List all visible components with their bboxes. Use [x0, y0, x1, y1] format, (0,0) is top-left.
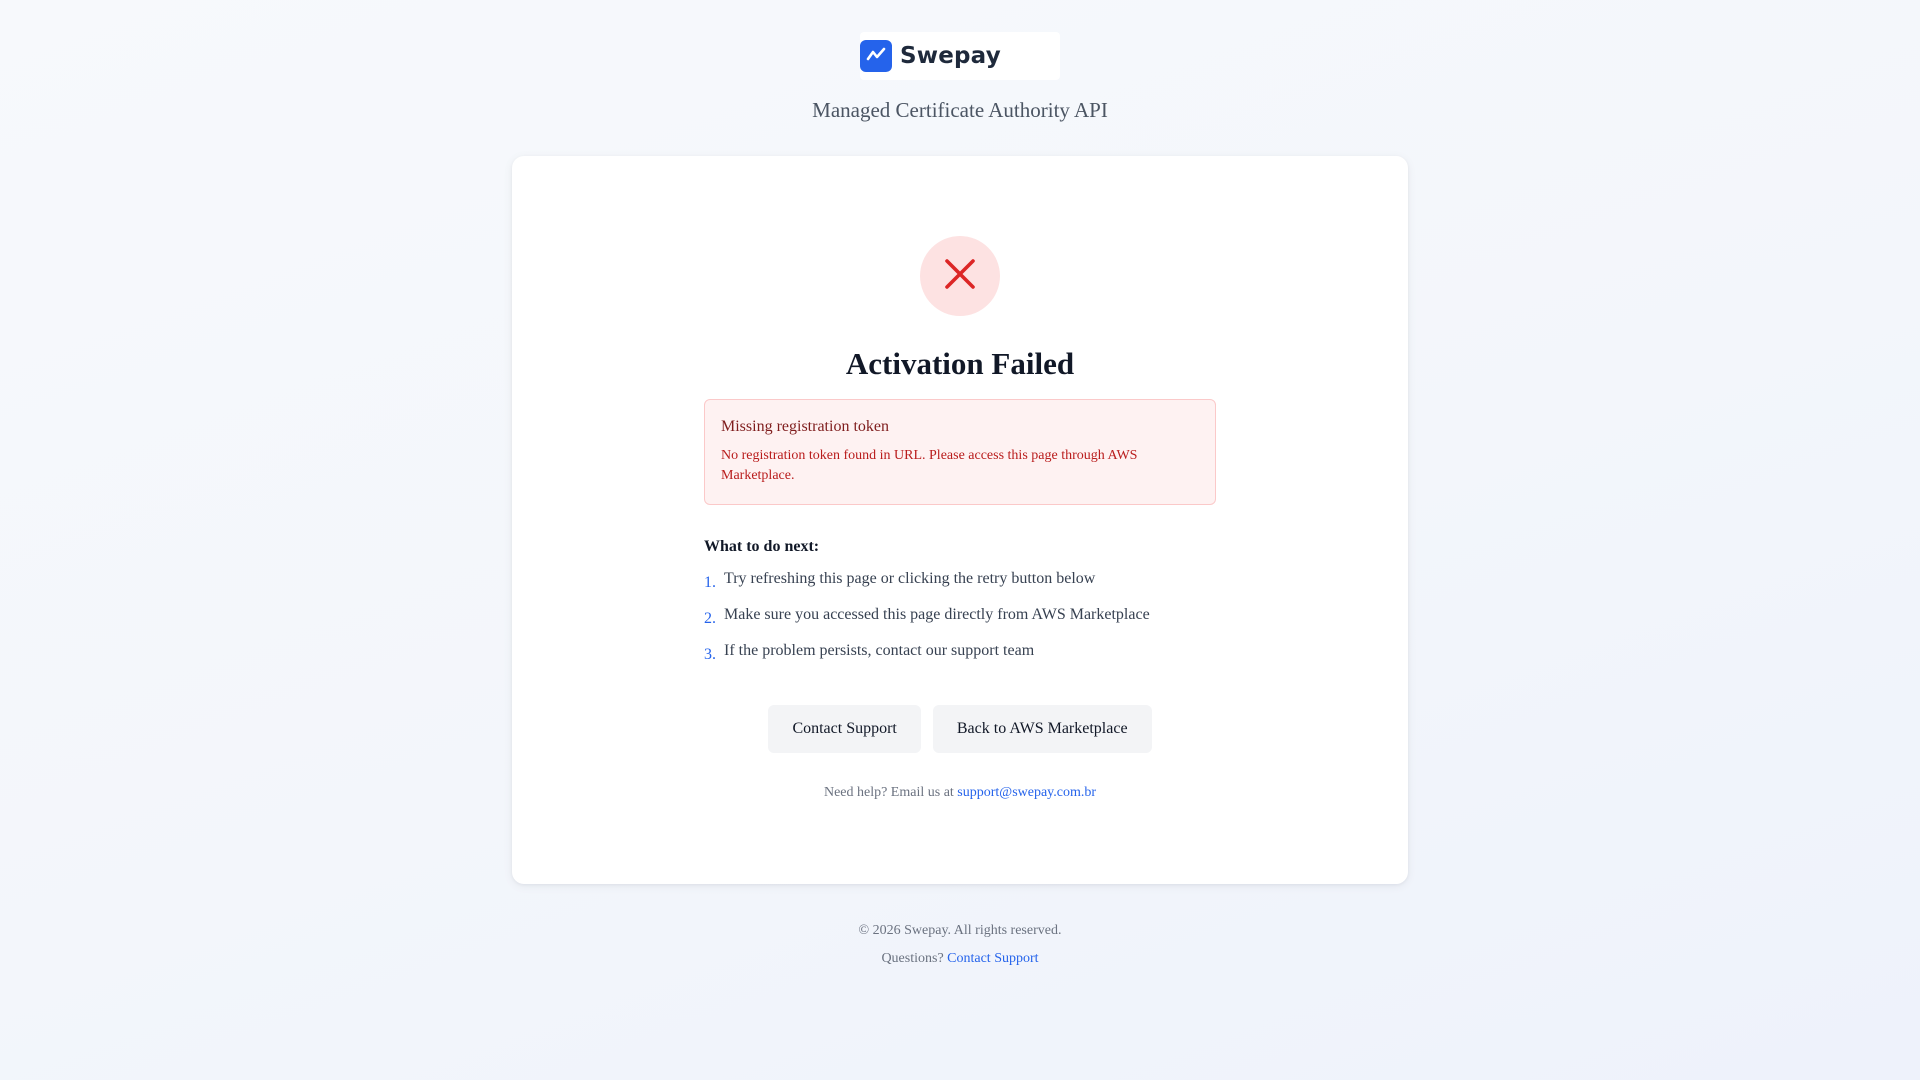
next-steps-heading: What to do next:: [704, 538, 820, 555]
error-status-badge: [920, 236, 1000, 316]
activation-card: Activation Failed Missing registration t…: [512, 156, 1408, 884]
footer-contact-support-link[interactable]: Contact Support: [947, 951, 1038, 966]
footer-questions: Questions? Contact Support: [0, 945, 1920, 973]
help-prefix: Need help? Email us at: [823, 785, 954, 800]
step-text: Make sure you accessed this page directl…: [724, 606, 1150, 623]
alert-title: Missing registration token: [721, 418, 889, 435]
step-number: 3.: [704, 646, 716, 663]
close-icon: [942, 256, 978, 297]
alert-message: No registration token found in URL. Plea…: [721, 448, 1138, 483]
action-buttons: Contact Support Back to AWS Marketplace: [512, 705, 1408, 753]
page-header: Swepay Managed Certificate Authority API: [0, 32, 1920, 123]
brand-logo[interactable]: Swepay: [860, 32, 1060, 80]
copyright-text: © 2026 Swepay. All rights reserved.: [858, 923, 1062, 938]
step-number: 1.: [704, 574, 716, 591]
page-title: Activation Failed: [845, 346, 1075, 381]
step-number: 2.: [704, 610, 716, 627]
support-email-link[interactable]: support@swepay.com.br: [957, 785, 1096, 800]
step-text: Try refreshing this page or clicking the…: [724, 570, 1096, 587]
back-to-marketplace-button[interactable]: Back to AWS Marketplace: [932, 705, 1152, 753]
brand-subtitle: Managed Certificate Authority API: [812, 98, 1108, 122]
list-item: 1. Try refreshing this page or clicking …: [704, 570, 1264, 606]
contact-support-button[interactable]: Contact Support: [768, 705, 921, 753]
questions-prefix: Questions?: [881, 951, 944, 966]
list-item: 2. Make sure you accessed this page dire…: [704, 606, 1264, 642]
help-text: Need help? Email us at support@swepay.co…: [512, 785, 1408, 801]
trend-line-icon: [860, 40, 892, 72]
list-item: 3. If the problem persists, contact our …: [704, 642, 1264, 678]
brand-name: Swepay: [900, 43, 1001, 69]
page-footer: © 2026 Swepay. All rights reserved. Ques…: [0, 917, 1920, 973]
step-text: If the problem persists, contact our sup…: [724, 642, 1035, 659]
next-steps: What to do next: 1. Try refreshing this …: [704, 538, 1264, 678]
error-alert: Missing registration token No registrati…: [704, 399, 1216, 505]
